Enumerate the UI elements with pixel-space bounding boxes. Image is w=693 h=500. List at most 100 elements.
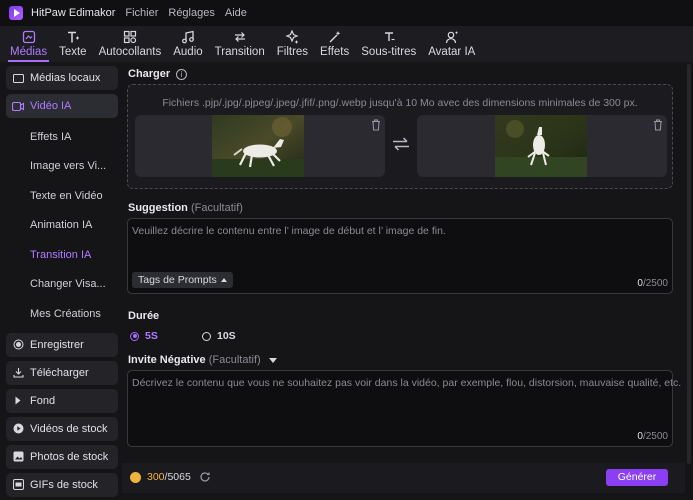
- folder-icon: [12, 72, 24, 84]
- credits-total: /5065: [164, 471, 191, 483]
- suggestion-textarea[interactable]: Veuillez décrire le contenu entre l’ ima…: [127, 218, 673, 294]
- chevron-down-icon[interactable]: [268, 357, 277, 363]
- sidebar-item-medias-locaux[interactable]: Médias locaux: [6, 66, 118, 90]
- duration-option-label: 10S: [217, 330, 236, 342]
- sidebar-item-gifs-de-stock[interactable]: GIFs de stock: [6, 472, 118, 497]
- duration-option-5s[interactable]: 5S: [130, 330, 158, 342]
- end-image-thumbnail: [495, 115, 587, 177]
- sidebar-sub-effets-ia[interactable]: Effets IA: [6, 122, 118, 152]
- tab-label: Audio: [173, 46, 203, 58]
- audio-icon: [182, 30, 194, 44]
- menu-fichier[interactable]: Fichier: [125, 7, 158, 19]
- suggestion-placeholder: Veuillez décrire le contenu entre l’ ima…: [132, 225, 446, 237]
- title-bar: HitPaw Edimakor Fichier Réglages Aide: [0, 0, 693, 26]
- negative-prompt-section-title[interactable]: Invite Négative (Facultatif): [128, 354, 277, 366]
- main-panel: Charger i Fichiers .pjp/.jpg/.pjpeg/.jpeg…: [122, 64, 685, 464]
- media-icon: [22, 30, 35, 44]
- sidebar-sub-mes-creations[interactable]: Mes Créations: [6, 299, 118, 329]
- sidebar-item-photos-de-stock[interactable]: Photos de stock: [6, 444, 118, 469]
- suggestion-char-max: /2500: [642, 278, 668, 289]
- text-icon: [67, 31, 79, 43]
- duration-option-label: 5S: [145, 330, 158, 342]
- gif-icon: [12, 479, 24, 491]
- sticker-icon: [123, 30, 137, 44]
- tab-autocollants[interactable]: Autocollants: [93, 26, 168, 62]
- tab-effets[interactable]: Effets: [314, 26, 355, 62]
- tab-label: Sous-titres: [361, 46, 417, 58]
- generate-footer: 300/5065 Générer: [122, 463, 685, 493]
- sidebar-sub-texte-en-video[interactable]: Texte en Vidéo: [6, 181, 118, 211]
- info-icon[interactable]: i: [176, 69, 188, 80]
- prompt-tags-button[interactable]: Tags de Prompts: [132, 272, 233, 288]
- effects-icon: [329, 31, 340, 43]
- sidebar-sub-image-vers-video[interactable]: Image vers Vi...: [6, 152, 118, 182]
- tab-label: Autocollants: [98, 46, 162, 58]
- filter-icon: [285, 30, 299, 44]
- caret-up-icon: [220, 278, 227, 282]
- suggestion-section-title: Suggestion (Facultatif): [128, 202, 243, 214]
- transition-icon: [234, 32, 245, 42]
- scrollbar-thumb[interactable]: [687, 64, 691, 464]
- app-title: HitPaw Edimakor: [31, 7, 116, 19]
- swap-images-icon[interactable]: [392, 137, 410, 151]
- negative-prompt-placeholder: Décrivez le contenu que vous ne souhaite…: [132, 377, 682, 389]
- ai-video-icon: [12, 100, 24, 112]
- menu-reglages[interactable]: Réglages: [168, 7, 214, 19]
- negative-prompt-label: Invite Négative: [128, 354, 206, 366]
- delete-end-image-icon[interactable]: [653, 119, 663, 131]
- sidebar-item-video-ia[interactable]: Vidéo IA: [6, 94, 118, 118]
- coin-icon: [130, 471, 141, 483]
- credits-used: 300: [147, 471, 165, 483]
- tab-texte[interactable]: Texte: [53, 26, 93, 62]
- tab-label: Avatar IA: [428, 46, 476, 58]
- sidebar-item-label: Enregistrer: [30, 338, 84, 351]
- tab-filtres[interactable]: Filtres: [271, 26, 314, 62]
- prompt-tags-label: Tags de Prompts: [138, 274, 217, 286]
- tab-label: Effets: [320, 46, 350, 58]
- suggestion-label: Suggestion: [128, 202, 188, 214]
- tab-transition[interactable]: Transition: [209, 26, 271, 62]
- radio-checked-icon: [130, 331, 139, 341]
- negative-prompt-textarea[interactable]: Décrivez le contenu que vous ne souhaite…: [127, 370, 681, 447]
- upload-section-title: Charger i: [128, 68, 188, 80]
- menu-aide[interactable]: Aide: [225, 7, 247, 19]
- sidebar-sub-animation-ia[interactable]: Animation IA: [6, 211, 118, 241]
- upload-label: Charger: [128, 68, 171, 80]
- tab-avatar-ia[interactable]: Avatar IA: [422, 26, 481, 62]
- tab-medias[interactable]: Médias: [4, 26, 53, 62]
- refresh-icon[interactable]: [199, 471, 211, 483]
- start-image-card[interactable]: [135, 115, 385, 177]
- sidebar-item-enregistrer[interactable]: Enregistrer: [6, 332, 118, 357]
- scrollbar[interactable]: [687, 64, 691, 464]
- generate-button[interactable]: Générer: [606, 469, 668, 486]
- sidebar-item-telecharger[interactable]: Télécharger: [6, 360, 118, 385]
- sidebar-item-label: Vidéos de stock: [30, 422, 108, 435]
- sidebar-item-label: Télécharger: [30, 366, 89, 379]
- sidebar-item-label: Médias locaux: [30, 72, 101, 84]
- suggestion-optional-label: (Facultatif): [190, 202, 243, 214]
- negative-optional-label: (Facultatif): [208, 354, 261, 366]
- duration-label: Durée: [128, 310, 160, 322]
- duration-option-10s[interactable]: 10S: [202, 330, 236, 342]
- tab-sous-titres[interactable]: Sous-titres: [355, 26, 422, 62]
- upload-dropzone[interactable]: Fichiers .pjp/.jpg/.pjpeg/.jpeg/.jfif/.p…: [127, 84, 673, 189]
- negative-char-max: /2500: [642, 431, 668, 442]
- sidebar-item-fond[interactable]: Fond: [6, 388, 118, 413]
- sidebar-item-label: Vidéo IA: [30, 100, 72, 112]
- sidebar-item-videos-de-stock[interactable]: Vidéos de stock: [6, 416, 118, 441]
- tab-label: Texte: [59, 46, 87, 58]
- sidebar: Médias locaux Vidéo IA Effets IA Image v…: [6, 66, 118, 500]
- tab-audio[interactable]: Audio: [167, 26, 208, 62]
- play-circle-icon: [12, 423, 24, 435]
- subtitles-icon: [384, 32, 395, 41]
- delete-start-image-icon[interactable]: [371, 119, 381, 131]
- tab-label: Filtres: [276, 46, 309, 58]
- end-image-card[interactable]: [417, 115, 667, 177]
- upload-hint: Fichiers .pjp/.jpg/.pjpeg/.jpeg/.jfif/.p…: [162, 97, 638, 109]
- sidebar-item-label: Photos de stock: [30, 450, 109, 463]
- avatar-icon: [445, 31, 458, 44]
- sidebar-sub-changer-visage[interactable]: Changer Visa...: [6, 270, 118, 300]
- sidebar-sub-transition-ia[interactable]: Transition IA: [6, 240, 118, 270]
- record-icon: [12, 339, 24, 351]
- sidebar-item-label: GIFs de stock: [30, 478, 98, 491]
